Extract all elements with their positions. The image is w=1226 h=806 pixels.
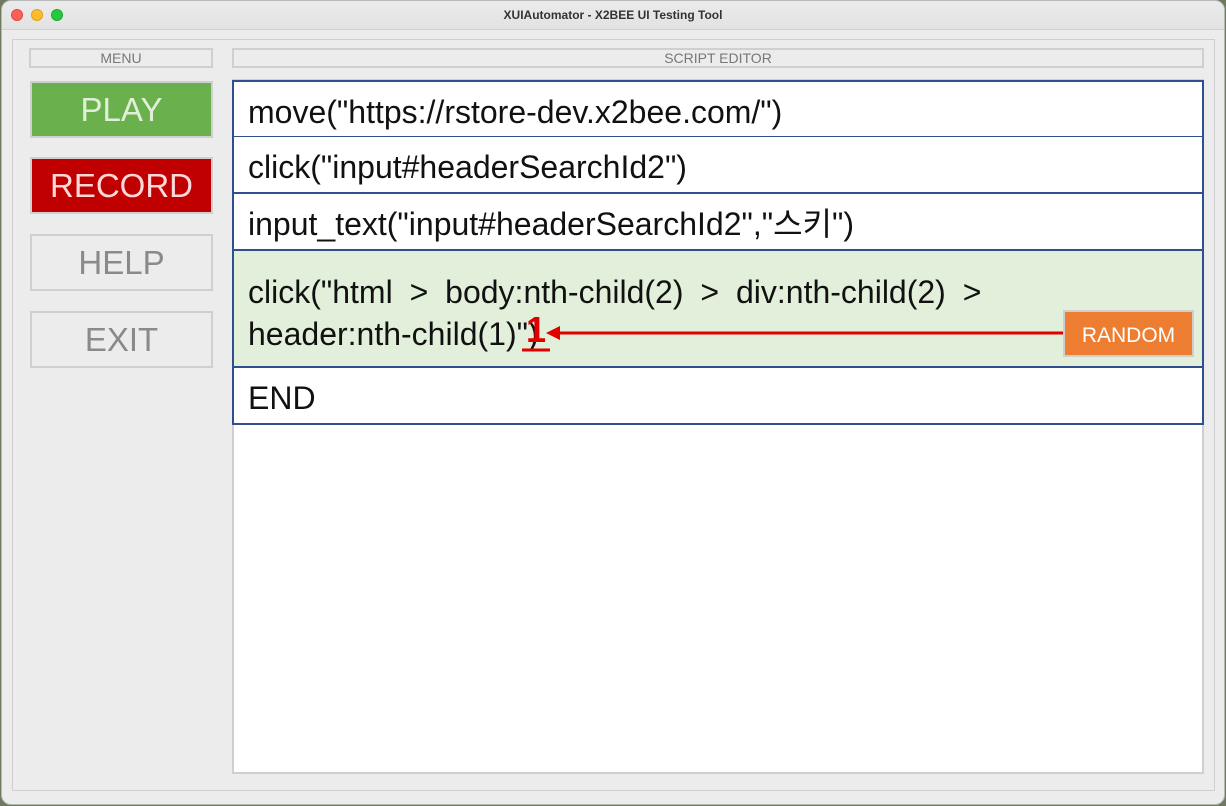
random-button[interactable]: RANDOM xyxy=(1063,310,1194,357)
script-line-part: header:nth-child(1)") xyxy=(248,316,539,352)
play-button[interactable]: PLAY xyxy=(30,81,213,138)
menu-section-label: MENU xyxy=(29,48,213,68)
title-bar: XUIAutomator - X2BEE UI Testing Tool xyxy=(2,1,1224,30)
script-editor-label: SCRIPT EDITOR xyxy=(232,48,1204,68)
script-line-end[interactable]: END xyxy=(232,367,1204,425)
help-button[interactable]: HELP xyxy=(30,234,213,291)
script-line-part: click("html > body:nth-child(2) > div:nt… xyxy=(248,274,982,310)
script-line[interactable]: move("https://rstore-dev.x2bee.com/") xyxy=(232,80,1204,138)
exit-button[interactable]: EXIT xyxy=(30,311,213,368)
annotation-number: 1 xyxy=(526,309,547,350)
script-line-selected[interactable]: click("html > body:nth-child(2) > div:nt… xyxy=(232,250,1204,368)
record-button[interactable]: RECORD xyxy=(30,157,213,214)
script-line[interactable]: input_text("input#headerSearchId2","스키") xyxy=(232,193,1204,251)
window-title: XUIAutomator - X2BEE UI Testing Tool xyxy=(503,8,723,22)
script-line[interactable]: click("input#headerSearchId2") xyxy=(232,136,1204,194)
